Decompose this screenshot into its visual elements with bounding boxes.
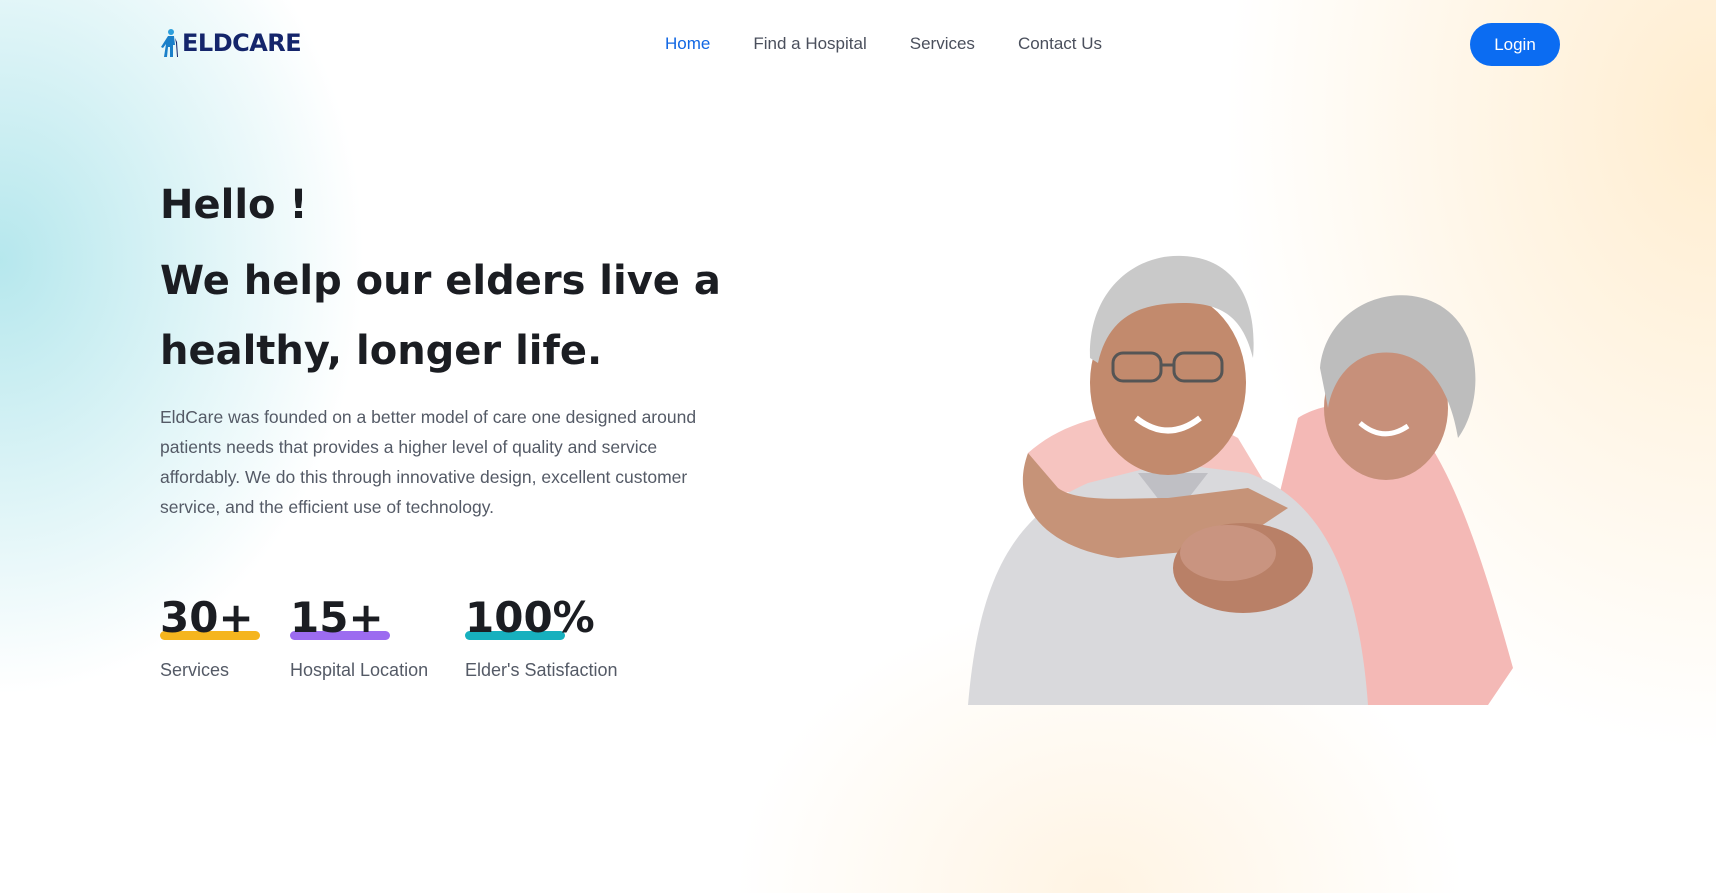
- brand-name: ELDCARE: [182, 29, 302, 57]
- stat-value: 15+: [290, 593, 384, 642]
- stat-hospital-location: 15+ Hospital Location: [290, 593, 428, 680]
- stat-services: 30+ Services: [160, 593, 260, 680]
- elderly-couple-image: [968, 255, 1513, 705]
- main-nav: Home Find a Hospital Services Contact Us: [665, 34, 1102, 54]
- stat-label: Elder's Satisfaction: [465, 660, 618, 680]
- login-button[interactable]: Login: [1470, 23, 1560, 66]
- nav-item-home[interactable]: Home: [665, 34, 710, 54]
- hero-greeting: Hello !: [160, 182, 308, 228]
- walking-person-icon: [161, 29, 178, 57]
- nav-item-find-a-hospital[interactable]: Find a Hospital: [753, 34, 866, 54]
- nav-item-services[interactable]: Services: [910, 34, 975, 54]
- site-header: ELDCARE Home Find a Hospital Services Co…: [0, 0, 1716, 90]
- hero-title: We help our elders live a healthy, longe…: [160, 258, 721, 374]
- hero-description: EldCare was founded on a better model of…: [160, 407, 697, 517]
- brand-logo[interactable]: ELDCARE: [160, 28, 302, 58]
- stat-elders-satisfaction: 100% Elder's Satisfaction: [465, 593, 618, 680]
- nav-item-contact-us[interactable]: Contact Us: [1018, 34, 1102, 54]
- stat-label: Services: [160, 660, 230, 680]
- stat-label: Hospital Location: [290, 660, 429, 680]
- stat-value: 30+: [160, 593, 254, 642]
- stat-value: 100%: [465, 593, 595, 642]
